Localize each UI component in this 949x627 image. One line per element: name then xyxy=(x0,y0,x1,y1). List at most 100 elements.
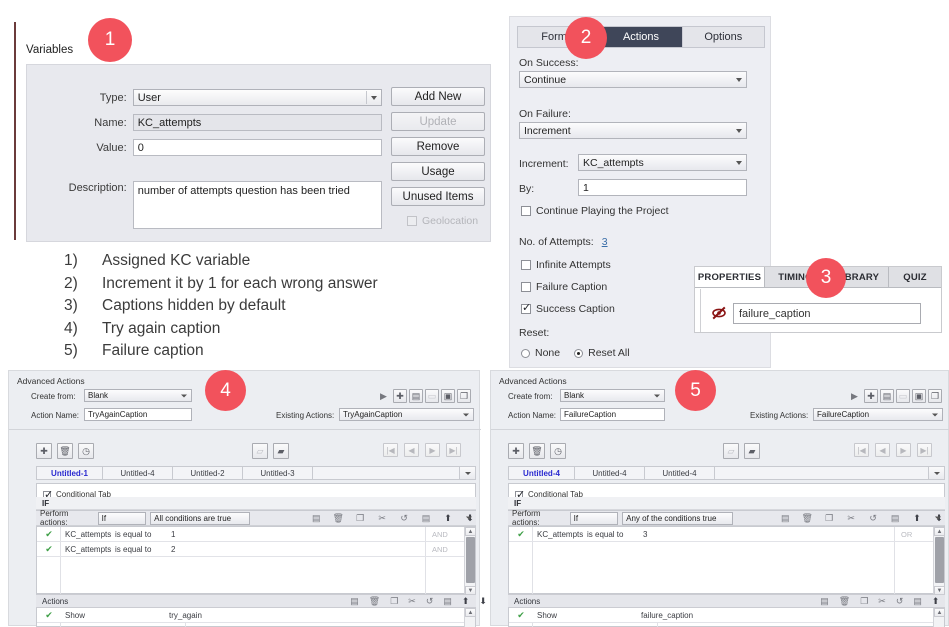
add-row-icon[interactable]: ▤ xyxy=(310,512,322,525)
object-name-input[interactable]: failure_caption xyxy=(733,303,921,324)
existing-actions-select[interactable]: TryAgainCaption xyxy=(339,408,474,421)
move-down-icon[interactable]: ⬇ xyxy=(479,595,487,608)
add-row-icon[interactable]: ▤ xyxy=(820,595,829,608)
table-row[interactable]: ✔ KC_attempts is equal to 3 OR xyxy=(509,527,935,542)
update-button[interactable]: Update xyxy=(391,112,485,131)
export-icon[interactable]: ▰ xyxy=(744,443,760,459)
insert-icon[interactable]: ▤ xyxy=(420,512,432,525)
failure-caption-checkbox[interactable]: Failure Caption xyxy=(521,281,607,293)
add-icon[interactable]: ✚ xyxy=(864,389,878,403)
history-icon[interactable]: ◷ xyxy=(78,443,94,459)
action-tab-untitled-4-b[interactable]: Untitled-4 xyxy=(575,467,645,479)
conditions-scrollbar[interactable]: ▲ ▼ xyxy=(933,527,945,595)
infinite-attempts-checkbox[interactable]: Infinite Attempts xyxy=(521,259,611,271)
duplicate-icon[interactable]: ❐ xyxy=(928,389,942,403)
action-name-input[interactable]: FailureCaption xyxy=(560,408,665,421)
trash-icon[interactable]: 🗑 xyxy=(529,443,545,459)
eye-slash-icon[interactable] xyxy=(711,305,727,321)
import-icon[interactable]: ▱ xyxy=(252,443,268,459)
success-caption-checkbox[interactable]: Success Caption xyxy=(521,302,615,315)
table-row[interactable]: ✔ KC_attempts is equal to 2 AND xyxy=(37,542,466,557)
open-icon[interactable]: ▭ xyxy=(896,389,910,403)
copy-icon[interactable]: ❐ xyxy=(860,595,868,608)
cut-icon[interactable]: ✂ xyxy=(408,595,416,608)
copy-icon[interactable]: ❐ xyxy=(390,595,398,608)
trash-icon[interactable]: 🗑 xyxy=(839,595,850,608)
tab-properties[interactable]: PROPERTIES xyxy=(695,267,765,287)
on-success-select[interactable]: Continue xyxy=(519,71,747,88)
trash-icon[interactable]: 🗑 xyxy=(332,512,344,525)
usage-button[interactable]: Usage xyxy=(391,162,485,181)
scrollbar-thumb[interactable] xyxy=(935,537,944,583)
table-row[interactable]: ✔ Show failure_caption xyxy=(509,608,935,623)
delete-icon[interactable]: ▣ xyxy=(912,389,926,403)
value-input[interactable]: 0 xyxy=(132,139,382,156)
trash-icon[interactable]: 🗑 xyxy=(369,595,380,608)
undo-icon[interactable]: ↺ xyxy=(398,512,410,525)
insert-icon[interactable]: ▤ xyxy=(889,512,901,525)
conditions-scrollbar[interactable]: ▲ ▼ xyxy=(464,527,476,595)
move-up-icon[interactable]: ⬆ xyxy=(442,512,454,525)
delete-icon[interactable]: ▣ xyxy=(441,389,455,403)
actions-scrollbar[interactable]: ▲ xyxy=(933,608,945,627)
history-icon[interactable]: ◷ xyxy=(550,443,566,459)
perform-actions-select[interactable]: If xyxy=(97,511,472,525)
action-name-input[interactable]: TryAgainCaption xyxy=(84,408,192,421)
next-icon[interactable]: ▶ xyxy=(896,443,911,457)
undo-icon[interactable]: ↺ xyxy=(426,595,434,608)
table-row[interactable]: ✔ KC_attempts is equal to 1 AND xyxy=(37,527,466,542)
tab-overflow-dropdown[interactable] xyxy=(459,467,475,479)
tab-actions[interactable]: Actions xyxy=(600,27,683,47)
last-icon[interactable]: ▶| xyxy=(917,443,932,457)
geolocation-checkbox[interactable]: Geolocation xyxy=(407,215,478,227)
prev-icon[interactable]: ◀ xyxy=(404,443,419,457)
action-tab-untitled-3[interactable]: Untitled-3 xyxy=(243,467,313,479)
import-icon[interactable]: ▱ xyxy=(723,443,739,459)
description-textarea[interactable]: number of attempts question has been tri… xyxy=(132,181,382,229)
copy-icon[interactable]: ❐ xyxy=(823,512,835,525)
play-icon[interactable]: ▶ xyxy=(848,390,861,403)
by-input[interactable]: 1 xyxy=(578,179,747,196)
action-tab-untitled-2[interactable]: Untitled-2 xyxy=(173,467,243,479)
action-tab-untitled-4[interactable]: Untitled-4 xyxy=(103,467,173,479)
insert-icon[interactable]: ▤ xyxy=(913,595,922,608)
tab-options[interactable]: Options xyxy=(683,27,764,47)
actions-scrollbar[interactable]: ▲ xyxy=(464,608,476,627)
last-icon[interactable]: ▶| xyxy=(446,443,461,457)
existing-actions-select[interactable]: FailureCaption xyxy=(813,408,943,421)
scroll-up-icon[interactable]: ▲ xyxy=(934,527,945,536)
duplicate-icon[interactable]: ❐ xyxy=(457,389,471,403)
action-tab-untitled-1[interactable]: Untitled-1 xyxy=(37,467,103,479)
add-new-button[interactable]: Add New xyxy=(391,87,485,106)
reset-all-radio[interactable]: Reset All xyxy=(574,347,630,359)
insert-icon[interactable]: ▤ xyxy=(443,595,452,608)
cut-icon[interactable]: ✂ xyxy=(376,512,388,525)
tab-quiz[interactable]: QUIZ xyxy=(889,267,941,287)
add-row-icon[interactable]: ▤ xyxy=(350,595,359,608)
add-row-icon[interactable]: ▤ xyxy=(779,512,791,525)
type-select[interactable]: User xyxy=(132,89,382,106)
move-up-icon[interactable]: ⬆ xyxy=(932,595,940,608)
move-up-icon[interactable]: ⬆ xyxy=(911,512,923,525)
tab-overflow-dropdown[interactable] xyxy=(928,467,944,479)
move-up-icon[interactable]: ⬆ xyxy=(462,595,470,608)
on-failure-select[interactable]: Increment xyxy=(519,122,747,139)
cut-icon[interactable]: ✂ xyxy=(878,595,886,608)
add-icon[interactable]: ✚ xyxy=(36,443,52,459)
name-input[interactable]: KC_attempts xyxy=(132,114,382,131)
add-icon[interactable]: ✚ xyxy=(508,443,524,459)
undo-icon[interactable]: ↺ xyxy=(867,512,879,525)
prev-icon[interactable]: ◀ xyxy=(875,443,890,457)
increment-select[interactable]: KC_attempts xyxy=(578,154,747,171)
create-from-select[interactable]: Blank xyxy=(560,389,665,402)
scroll-up-icon[interactable]: ▲ xyxy=(465,527,476,536)
condition-mode-select[interactable]: Any of the conditions true xyxy=(622,511,941,525)
unused-items-button[interactable]: Unused Items xyxy=(391,187,485,206)
export-icon[interactable]: ▰ xyxy=(273,443,289,459)
save-as-icon[interactable]: ▤ xyxy=(880,389,894,403)
undo-icon[interactable]: ↺ xyxy=(896,595,904,608)
play-icon[interactable]: ▶ xyxy=(377,390,390,403)
continue-playing-checkbox[interactable]: Continue Playing the Project xyxy=(521,205,669,217)
attempts-value[interactable]: 3 xyxy=(602,236,608,248)
remove-button[interactable]: Remove xyxy=(391,137,485,156)
